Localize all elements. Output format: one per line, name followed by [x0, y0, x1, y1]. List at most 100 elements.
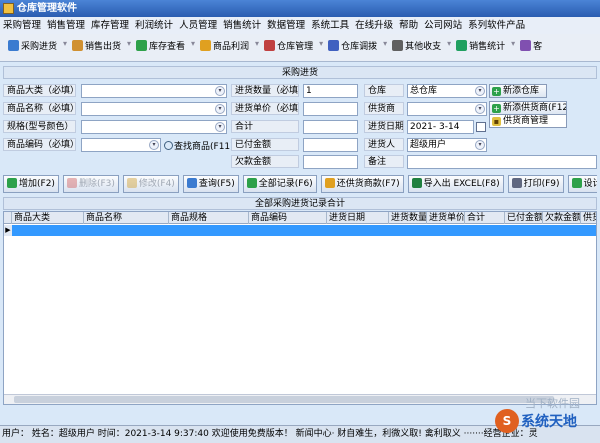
category-field[interactable]: ▾	[81, 84, 227, 98]
date-picker[interactable]: 2021- 3-14	[407, 120, 474, 134]
find-goods-button[interactable]: 查找商品(F11)	[164, 140, 234, 154]
dropdown-icon[interactable]: ▾	[475, 104, 485, 114]
action-button[interactable]: 全部记录(F6)	[242, 175, 317, 193]
remark-label: 备注	[364, 155, 404, 168]
toolbar-button[interactable]: 其他收支	[388, 37, 445, 57]
qty-label: 进货数量（必填）	[231, 84, 299, 97]
remark-field[interactable]	[407, 155, 597, 169]
action-button[interactable]: 删除(F3)	[62, 175, 119, 193]
warehouse-icon	[136, 40, 148, 51]
menu-item[interactable]: 公司网站	[421, 17, 465, 34]
name-label: 商品名称（必填）	[3, 102, 76, 115]
column-header[interactable]: 商品规格	[169, 212, 249, 224]
column-header[interactable]: 已付金额	[505, 212, 543, 224]
toolbar: 采购进货 ▾ 销售出货 ▾ 库存查看 ▾ 商品利润 ▾ 仓库管理 ▾ 仓库调拨 ▾ 其他收支 ▾ 销售统计 ▾…	[0, 34, 600, 62]
menu-bar: 采购管理 销售管理 库存管理 利润统计 人员管理 销售统计 数据管理 系统工具 在线升级 帮助 公司…	[0, 17, 600, 34]
qty-field[interactable]: 1	[303, 84, 358, 98]
owed-field[interactable]	[303, 155, 358, 169]
watermark-top-text: 当下软件园	[525, 397, 580, 410]
check-icon	[246, 178, 257, 188]
menu-item[interactable]: 销售统计	[220, 17, 264, 34]
purchase-form: 商品大类（必填） ▾ 商品名称（必填） ▾ 规格(型号颜色） ▾ 商品编码（必填…	[3, 81, 597, 171]
menu-item[interactable]: 销售管理	[44, 17, 88, 34]
column-header[interactable]: 合计	[465, 212, 505, 224]
supplier-mgmt-button[interactable]: ▪ 供货商管理	[489, 114, 567, 128]
menu-item[interactable]: 系统工具	[308, 17, 352, 34]
edit-icon	[126, 178, 137, 188]
dropdown-icon[interactable]: ▾	[215, 122, 225, 132]
app-icon	[3, 3, 14, 14]
add-supplier-button[interactable]: + 新添供货商(F12)	[489, 101, 567, 115]
price-label: 进货单价（必填）	[231, 102, 299, 115]
menu-item[interactable]: 系列软件产品	[465, 17, 528, 34]
column-header[interactable]: 供货商	[581, 212, 596, 224]
total-field[interactable]	[303, 120, 358, 134]
excel-icon	[411, 178, 422, 188]
cart-icon	[8, 40, 19, 51]
paid-field[interactable]	[303, 138, 358, 152]
menu-item[interactable]: 帮助	[396, 17, 421, 34]
buyer-select[interactable]: 超级用户 ▾	[407, 138, 487, 152]
action-bar: 增加(F2) 删除(F3) 修改(F4) 查询(F5) 全部记录(F6) 还供货商款(F7…	[3, 175, 597, 195]
building-icon	[264, 40, 276, 51]
dropdown-icon[interactable]: ▾	[475, 86, 485, 96]
toolbar-button[interactable]: 库存查看	[132, 37, 189, 57]
action-button[interactable]: 打印(F9)	[507, 175, 564, 193]
add-icon	[7, 178, 17, 188]
toolbar-button[interactable]: 销售出货	[68, 37, 125, 57]
toolbar-button[interactable]: 销售统计	[452, 37, 509, 57]
query-icon	[186, 178, 197, 188]
menu-item[interactable]: 人员管理	[176, 17, 220, 34]
column-header[interactable]: 欠款金额	[543, 212, 581, 224]
toolbar-button[interactable]: 商品利润	[196, 37, 253, 57]
warehouse-label: 仓库	[364, 84, 404, 97]
price-field[interactable]	[303, 102, 358, 116]
name-field[interactable]: ▾	[81, 102, 227, 116]
action-button[interactable]: 查询(F5)	[182, 175, 239, 193]
design-icon	[571, 178, 582, 188]
records-table[interactable]: 商品大类商品名称商品规格商品编码进货日期进货数量进货单价合计已付金额欠款金额供货…	[3, 211, 597, 405]
records-title: 全部采购进货记录合计	[3, 197, 597, 210]
add-warehouse-button[interactable]: + 新添仓库	[489, 84, 547, 98]
scrollbar-thumb[interactable]	[14, 396, 554, 403]
header-corner	[4, 212, 12, 224]
column-header[interactable]: 商品大类	[12, 212, 84, 224]
spec-field[interactable]: ▾	[81, 120, 227, 134]
menu-item[interactable]: 采购管理	[0, 17, 44, 34]
dropdown-icon[interactable]: ▾	[215, 104, 225, 114]
action-button[interactable]: 修改(F4)	[122, 175, 179, 193]
title-bar: 仓库管理软件	[0, 0, 600, 17]
dropdown-icon[interactable]: ▾	[475, 140, 485, 150]
menu-item[interactable]: 利润统计	[132, 17, 176, 34]
date-checkbox[interactable]	[476, 122, 486, 132]
code-field[interactable]: ▾	[81, 138, 161, 152]
menu-item[interactable]: 数据管理	[264, 17, 308, 34]
table-row[interactable]	[4, 225, 596, 236]
ledger-icon	[392, 40, 404, 51]
section-title: 采购进货	[3, 66, 597, 79]
column-header[interactable]: 进货数量	[389, 212, 427, 224]
toolbar-button[interactable]: 仓库调拨	[324, 37, 381, 57]
column-header[interactable]: 商品名称	[84, 212, 169, 224]
supplier-select[interactable]: ▾	[407, 102, 487, 116]
menu-item[interactable]: 库存管理	[88, 17, 132, 34]
action-button[interactable]: 还供货商款(F7)	[320, 175, 404, 193]
category-label: 商品大类（必填）	[3, 84, 76, 97]
action-button[interactable]: 增加(F2)	[3, 175, 59, 193]
refund-icon	[324, 178, 335, 188]
toolbar-button[interactable]: 客	[516, 37, 546, 57]
toolbar-button[interactable]: 采购进货	[4, 37, 61, 57]
column-header[interactable]: 商品编码	[249, 212, 327, 224]
plus-icon: +	[492, 87, 501, 96]
warehouse-select[interactable]: 总仓库 ▾	[407, 84, 487, 98]
column-header[interactable]: 进货单价	[427, 212, 465, 224]
dropdown-icon[interactable]: ▾	[215, 86, 225, 96]
dropdown-icon[interactable]: ▾	[149, 140, 159, 150]
action-button[interactable]: 设计报表	[567, 175, 597, 193]
toolbar-button[interactable]: 仓库管理	[260, 37, 317, 57]
action-button[interactable]: 导入出 EXCEL(F8)	[407, 175, 504, 193]
watermark: 当下软件园 S 系统天地	[495, 395, 599, 443]
column-header[interactable]: 进货日期	[327, 212, 389, 224]
menu-item[interactable]: 在线升级	[352, 17, 396, 34]
delete-icon	[66, 178, 77, 188]
